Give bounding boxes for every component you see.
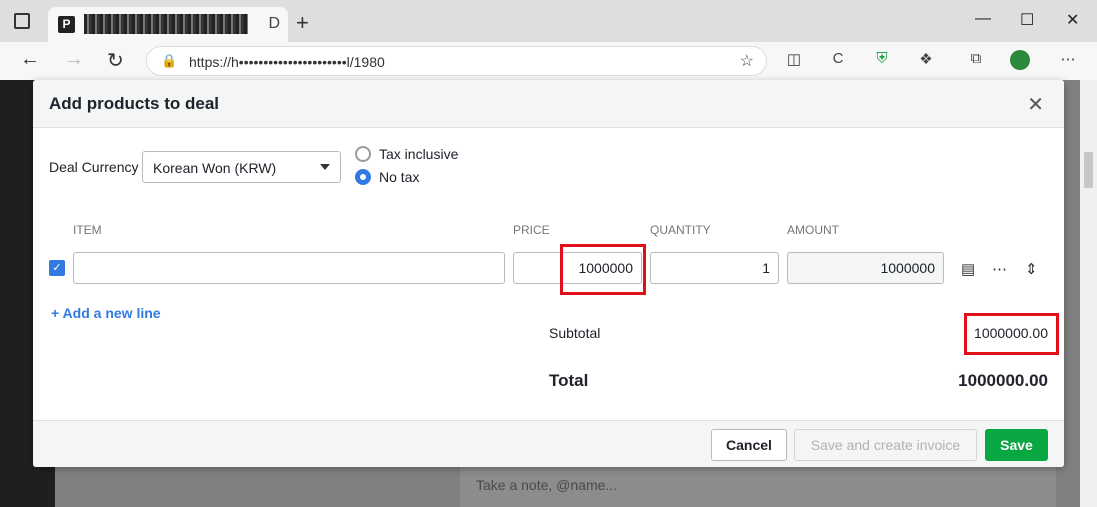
no-tax-label: No tax (379, 169, 420, 185)
no-tax-radio[interactable] (355, 169, 371, 185)
lock-icon: 🔒 (161, 53, 178, 68)
favorite-star-icon[interactable]: ☆ (740, 51, 754, 71)
add-products-modal: Add products to deal ✕ Deal Currency Kor… (33, 80, 1064, 467)
extension-c-icon[interactable]: C (828, 50, 848, 70)
url-field[interactable]: 🔒 https://h••••••••••••••••••••••l/1980 … (146, 46, 767, 76)
scrollbar-thumb[interactable] (1084, 152, 1093, 188)
extensions-puzzle-icon[interactable]: ❖ (916, 50, 936, 70)
item-input[interactable] (73, 252, 505, 284)
note-icon[interactable]: ▤ (961, 260, 975, 278)
reorder-icon[interactable]: ⇕ (1025, 260, 1038, 278)
save-button[interactable]: Save (985, 429, 1048, 461)
tab-actions-icon[interactable] (14, 13, 30, 29)
refresh-icon[interactable]: ↻ (107, 48, 124, 73)
add-new-line-link[interactable]: + Add a new line (51, 305, 161, 321)
price-highlight-box (560, 244, 646, 295)
currency-select[interactable]: Korean Won (KRW) (142, 151, 341, 183)
column-header-amount: AMOUNT (787, 223, 839, 237)
collections-icon[interactable]: ⧉ (966, 50, 986, 70)
column-header-item: ITEM (73, 223, 102, 237)
minimize-icon[interactable]: — (975, 10, 991, 28)
url-text: https://h••••••••••••••••••••••l/1980 (189, 54, 385, 70)
column-header-quantity: QUANTITY (650, 223, 711, 237)
line-item-checkbox[interactable]: ✓ (49, 260, 65, 276)
close-icon[interactable]: ✕ (1027, 92, 1044, 117)
total-value: 1000000.00 (958, 371, 1048, 390)
pipedrive-favicon-icon: P (58, 16, 75, 33)
subtotal-highlight-box (964, 313, 1059, 355)
forward-icon[interactable]: → (64, 48, 84, 71)
note-placeholder: Take a note, @name... (476, 477, 618, 493)
deal-currency-label: Deal Currency (49, 159, 139, 175)
tax-inclusive-label: Tax inclusive (379, 146, 459, 162)
window-close-icon[interactable]: ✕ (1066, 10, 1079, 30)
modal-title: Add products to deal (49, 94, 219, 113)
tax-inclusive-radio[interactable] (355, 146, 371, 162)
cancel-button[interactable]: Cancel (711, 429, 787, 461)
more-options-icon[interactable]: ⋯ (992, 260, 1007, 278)
extension-shield-icon[interactable]: ⛨ (872, 50, 892, 70)
browser-tab[interactable]: P D (48, 7, 288, 42)
column-header-price: PRICE (513, 223, 550, 237)
tab-title-redacted (84, 14, 248, 34)
quantity-input[interactable]: 1 (650, 252, 779, 284)
browser-address-bar: ← → ↻ 🔒 https://h••••••••••••••••••••••l… (0, 42, 1097, 80)
modal-footer: Cancel Save and create invoice Save (33, 420, 1064, 467)
total-label: Total (549, 371, 589, 390)
back-icon[interactable]: ← (20, 48, 40, 71)
amount-field: 1000000 (787, 252, 944, 284)
currency-value: Korean Won (KRW) (153, 160, 277, 176)
maximize-icon[interactable]: ☐ (1020, 10, 1034, 30)
profile-avatar[interactable] (1010, 50, 1030, 70)
modal-header: Add products to deal ✕ (33, 80, 1064, 128)
note-editor[interactable]: Take a note, @name... (460, 465, 1056, 507)
browser-tab-bar: P D + — ☐ ✕ (0, 0, 1097, 42)
chevron-down-icon (320, 164, 330, 170)
new-tab-icon[interactable]: + (296, 10, 309, 36)
browser-menu-icon[interactable]: ⋯ (1058, 50, 1078, 70)
page-scrollbar[interactable] (1080, 80, 1097, 507)
subtotal-label: Subtotal (549, 325, 601, 341)
extension-office-icon[interactable]: ◫ (784, 50, 804, 70)
save-and-create-invoice-button[interactable]: Save and create invoice (794, 429, 977, 461)
tab-close-icon[interactable]: D (268, 15, 280, 33)
